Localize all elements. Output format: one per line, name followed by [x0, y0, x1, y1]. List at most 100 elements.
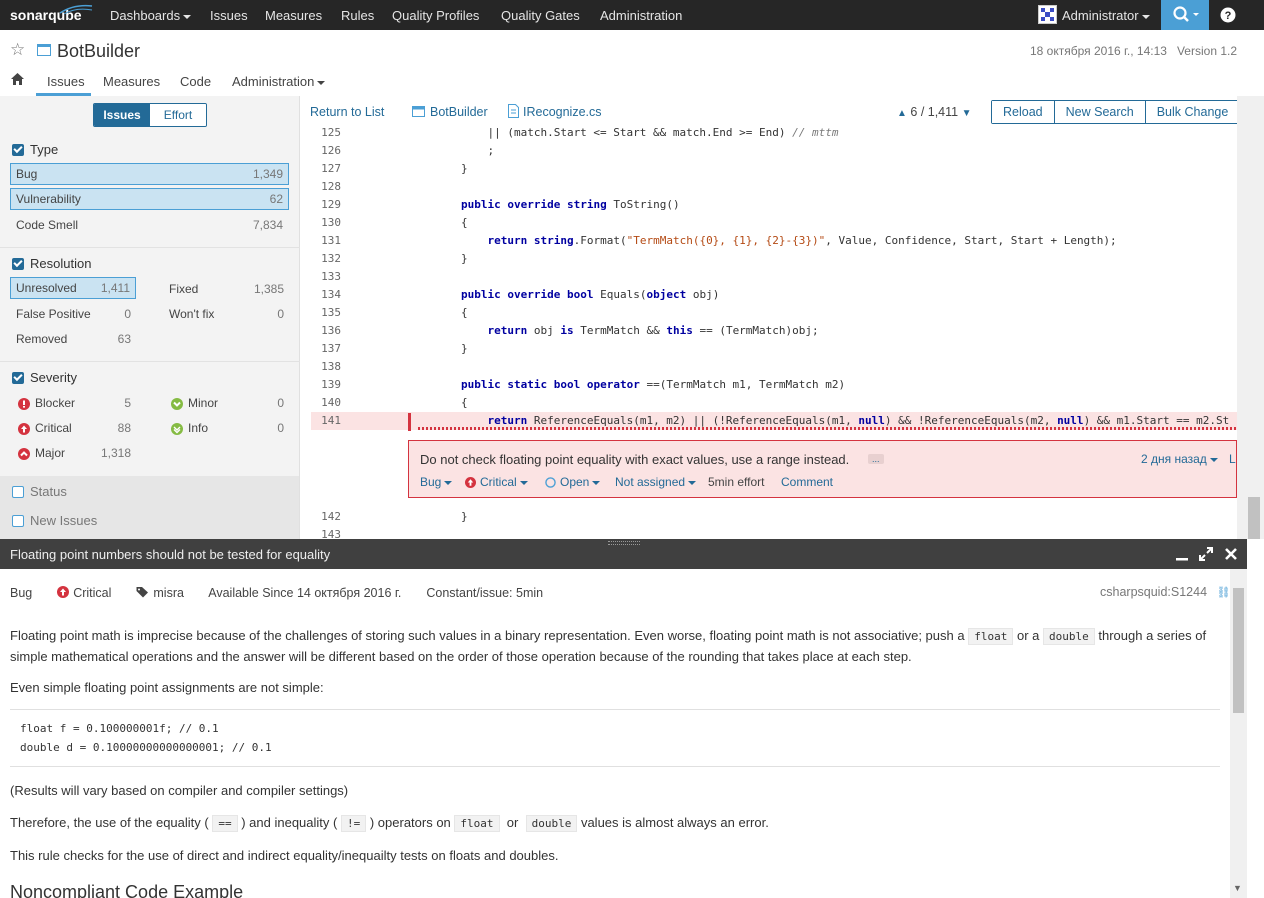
facet-item-code-smell[interactable]: Code Smell 7,834: [11, 214, 288, 236]
facet-item-minor[interactable]: Minor 0: [166, 392, 289, 414]
tab-measures[interactable]: Measures: [103, 74, 160, 89]
project-icon: [412, 106, 425, 117]
arrow-down-icon[interactable]: ▼: [962, 108, 972, 119]
resize-grip[interactable]: [608, 541, 640, 545]
code-scrollbar-thumb[interactable]: [1248, 497, 1260, 539]
link-icon[interactable]: ⛓: [1217, 587, 1231, 599]
line-number[interactable]: 133: [311, 268, 341, 286]
project-name[interactable]: BotBuilder: [57, 41, 140, 62]
minimize-icon[interactable]: [1174, 546, 1190, 562]
facet-item-blocker[interactable]: Blocker 5: [13, 392, 136, 414]
nav-rules[interactable]: Rules: [341, 8, 374, 23]
facet-item-unresolved[interactable]: Unresolved 1,411: [10, 277, 136, 299]
facet-resolution-header[interactable]: Resolution: [12, 256, 91, 271]
reload-button[interactable]: Reload: [992, 101, 1055, 123]
issue-more-button[interactable]: ...: [868, 454, 884, 464]
facet-status-header[interactable]: Status: [12, 484, 67, 499]
scroll-down-icon[interactable]: ▼: [1233, 883, 1242, 893]
line-number[interactable]: 128: [311, 178, 341, 196]
nav-dashboards[interactable]: Dashboards: [110, 8, 192, 23]
return-to-list-link[interactable]: Return to List: [310, 105, 384, 119]
issue-severity-dropdown[interactable]: Critical: [465, 475, 528, 489]
line-number[interactable]: 129: [311, 196, 341, 214]
tab-code[interactable]: Code: [180, 74, 211, 89]
code-line: 125 || (match.Start <= Start && match.En…: [311, 124, 1237, 142]
severity-critical-icon: [57, 586, 70, 598]
issue-assign-dropdown[interactable]: Not assigned: [615, 475, 697, 489]
issue-message[interactable]: Do not check floating point equality wit…: [420, 452, 849, 467]
facet-item-removed[interactable]: Removed 63: [11, 328, 136, 350]
facet-severity-header[interactable]: Severity: [12, 370, 77, 385]
line-number[interactable]: 143: [311, 526, 341, 539]
line-number[interactable]: 140: [311, 394, 341, 412]
nav-measures[interactable]: Measures: [265, 8, 322, 23]
line-number[interactable]: 135: [311, 304, 341, 322]
tab-issues[interactable]: Issues: [47, 74, 85, 89]
facet-item-critical[interactable]: Critical 88: [13, 417, 136, 439]
nav-quality-gates[interactable]: Quality Gates: [501, 8, 580, 23]
home-icon[interactable]: [10, 72, 25, 86]
line-number[interactable]: 125: [311, 124, 341, 142]
mode-effort-button[interactable]: Effort: [150, 104, 206, 126]
issue-status-dropdown[interactable]: Open: [545, 475, 601, 489]
facet-item-bug[interactable]: Bug 1,349: [10, 163, 289, 185]
code-text: {: [408, 306, 468, 319]
line-number[interactable]: 142: [311, 508, 341, 526]
rule-available-since: Available Since 14 октября 2016 г.: [208, 586, 402, 600]
line-number[interactable]: 132: [311, 250, 341, 268]
favorite-star-icon[interactable]: ☆: [10, 40, 25, 60]
tab-administration[interactable]: Administration: [232, 74, 326, 89]
line-number[interactable]: 137: [311, 340, 341, 358]
code-text: return string.Format("TermMatch({0}, {1}…: [487, 234, 1117, 247]
facet-item-vulnerability[interactable]: Vulnerability 62: [10, 188, 289, 210]
rule-scrollbar-thumb[interactable]: [1233, 588, 1244, 713]
code-line: 135 {: [311, 304, 1237, 322]
chevron-down-icon: [688, 480, 697, 485]
help-button[interactable]: ?: [1214, 0, 1242, 30]
breadcrumb-file-link[interactable]: IRecognize.cs: [523, 105, 602, 119]
nav-issues[interactable]: Issues: [210, 8, 248, 23]
line-number[interactable]: 130: [311, 214, 341, 232]
analysis-date: 18 октября 2016 г., 14:13: [1030, 44, 1167, 58]
mode-issues-button[interactable]: Issues: [94, 104, 150, 126]
facet-type-header[interactable]: Type: [12, 142, 58, 157]
rule-tag[interactable]: misra: [153, 586, 184, 600]
issue-comment-link[interactable]: Comment: [781, 475, 833, 489]
rule-paragraph-3: (Results will vary based on compiler and…: [10, 783, 349, 798]
search-button[interactable]: [1161, 0, 1209, 30]
nav-quality-profiles[interactable]: Quality Profiles: [392, 8, 479, 23]
user-menu[interactable]: Administrator: [1062, 8, 1150, 23]
facet-item-major[interactable]: Major 1,318: [13, 442, 136, 464]
maximize-icon[interactable]: [1198, 546, 1214, 562]
issue-type-dropdown[interactable]: Bug: [420, 475, 453, 489]
issue-permalink[interactable]: L: [1229, 452, 1236, 466]
facet-item-wont-fix[interactable]: Won't fix 0: [164, 303, 289, 325]
issue-pager[interactable]: ▲ 6 / 1,411 ▼: [897, 105, 972, 119]
arrow-up-icon[interactable]: ▲: [897, 108, 907, 119]
line-number[interactable]: 139: [311, 376, 341, 394]
line-number[interactable]: 126: [311, 142, 341, 160]
close-icon[interactable]: [1223, 546, 1239, 562]
facet-item-info[interactable]: Info 0: [166, 417, 289, 439]
avatar[interactable]: [1038, 5, 1057, 24]
line-number[interactable]: 138: [311, 358, 341, 376]
issue-age[interactable]: 2 дня назад: [1141, 452, 1218, 466]
line-number[interactable]: 134: [311, 286, 341, 304]
line-number[interactable]: 141: [311, 412, 341, 430]
line-number[interactable]: 127: [311, 160, 341, 178]
issue-box[interactable]: Do not check floating point equality wit…: [408, 440, 1237, 498]
checkbox-checked-icon: [12, 371, 24, 384]
new-search-button[interactable]: New Search: [1054, 101, 1146, 123]
inline-code: double: [525, 815, 578, 832]
chevron-down-icon: [1141, 14, 1150, 19]
facet-new-issues-header[interactable]: New Issues: [12, 513, 97, 528]
code-line: 140 {: [311, 394, 1237, 412]
facet-item-fixed[interactable]: Fixed 1,385: [164, 278, 289, 300]
breadcrumb-project-link[interactable]: BotBuilder: [430, 105, 488, 119]
code-scrollbar[interactable]: [1237, 96, 1264, 539]
line-number[interactable]: 136: [311, 322, 341, 340]
facet-item-false-positive[interactable]: False Positive 0: [11, 303, 136, 325]
line-number[interactable]: 131: [311, 232, 341, 250]
nav-administration[interactable]: Administration: [600, 8, 682, 23]
bulk-change-button[interactable]: Bulk Change: [1145, 101, 1240, 123]
